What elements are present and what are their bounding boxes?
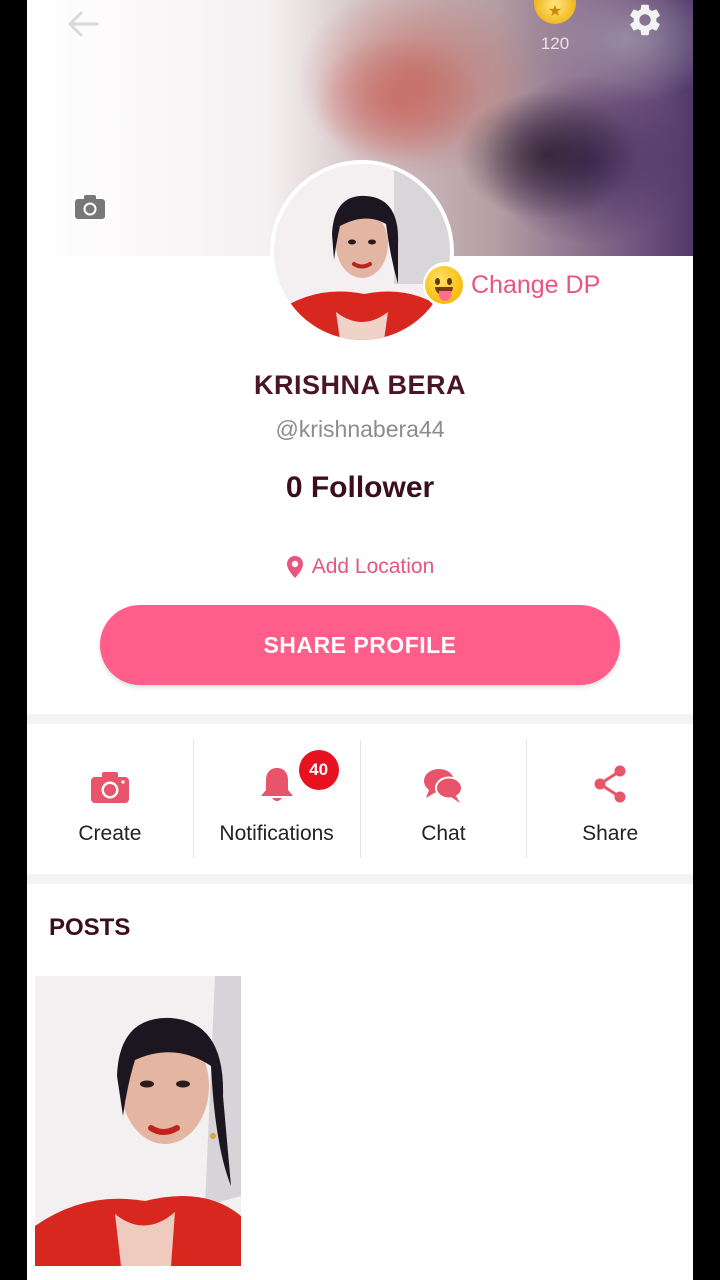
posts-heading: POSTS [49, 914, 131, 941]
chat-label: Chat [421, 822, 466, 845]
section-divider [27, 874, 693, 884]
settings-button[interactable] [623, 0, 667, 40]
chat-button[interactable]: Chat [359, 740, 527, 858]
share-label: Share [582, 822, 639, 845]
change-cover-button[interactable] [74, 193, 106, 221]
profile-avatar[interactable] [270, 160, 454, 344]
profile-handle: @krishnabera44 [275, 416, 445, 442]
camera-icon [90, 772, 129, 803]
add-location-button[interactable]: Add Location [27, 551, 693, 583]
add-location-label: Add Location [311, 555, 435, 578]
create-button[interactable]: Create [27, 740, 193, 858]
coin-count: 120 [540, 34, 570, 53]
gear-icon [630, 4, 660, 36]
follower-count[interactable]: 0 Follower [27, 471, 693, 505]
profile-screen: ★ 120 Change DP KRISHNA BERA @krishnaber… [27, 0, 693, 1280]
post-thumbnail[interactable] [35, 976, 241, 1266]
tongue-emoji-icon [425, 266, 463, 304]
post-photo [35, 976, 241, 1266]
location-pin-icon [286, 556, 303, 578]
share-icon [594, 765, 626, 803]
coin-icon: ★ [534, 0, 576, 24]
profile-name: KRISHNA BERA [253, 370, 466, 400]
chat-bubbles-icon [424, 769, 464, 803]
section-divider [27, 714, 693, 724]
action-bar: Create 40 Notifications Chat Share [27, 740, 693, 858]
coin-balance[interactable]: ★ 120 [529, 0, 581, 60]
notifications-label: Notifications [219, 822, 334, 845]
avatar-photo [274, 164, 450, 340]
back-arrow-icon [68, 11, 99, 37]
change-dp-button[interactable]: Change DP [423, 262, 605, 308]
notifications-button[interactable]: 40 Notifications [192, 740, 360, 858]
bell-icon [260, 768, 293, 801]
share-profile-button[interactable]: SHARE PROFILE [100, 605, 620, 685]
create-label: Create [78, 822, 142, 845]
camera-icon [75, 195, 105, 219]
change-dp-label: Change DP [471, 270, 601, 299]
share-button[interactable]: Share [526, 740, 693, 858]
back-button[interactable] [63, 4, 103, 44]
notification-badge: 40 [298, 750, 339, 790]
